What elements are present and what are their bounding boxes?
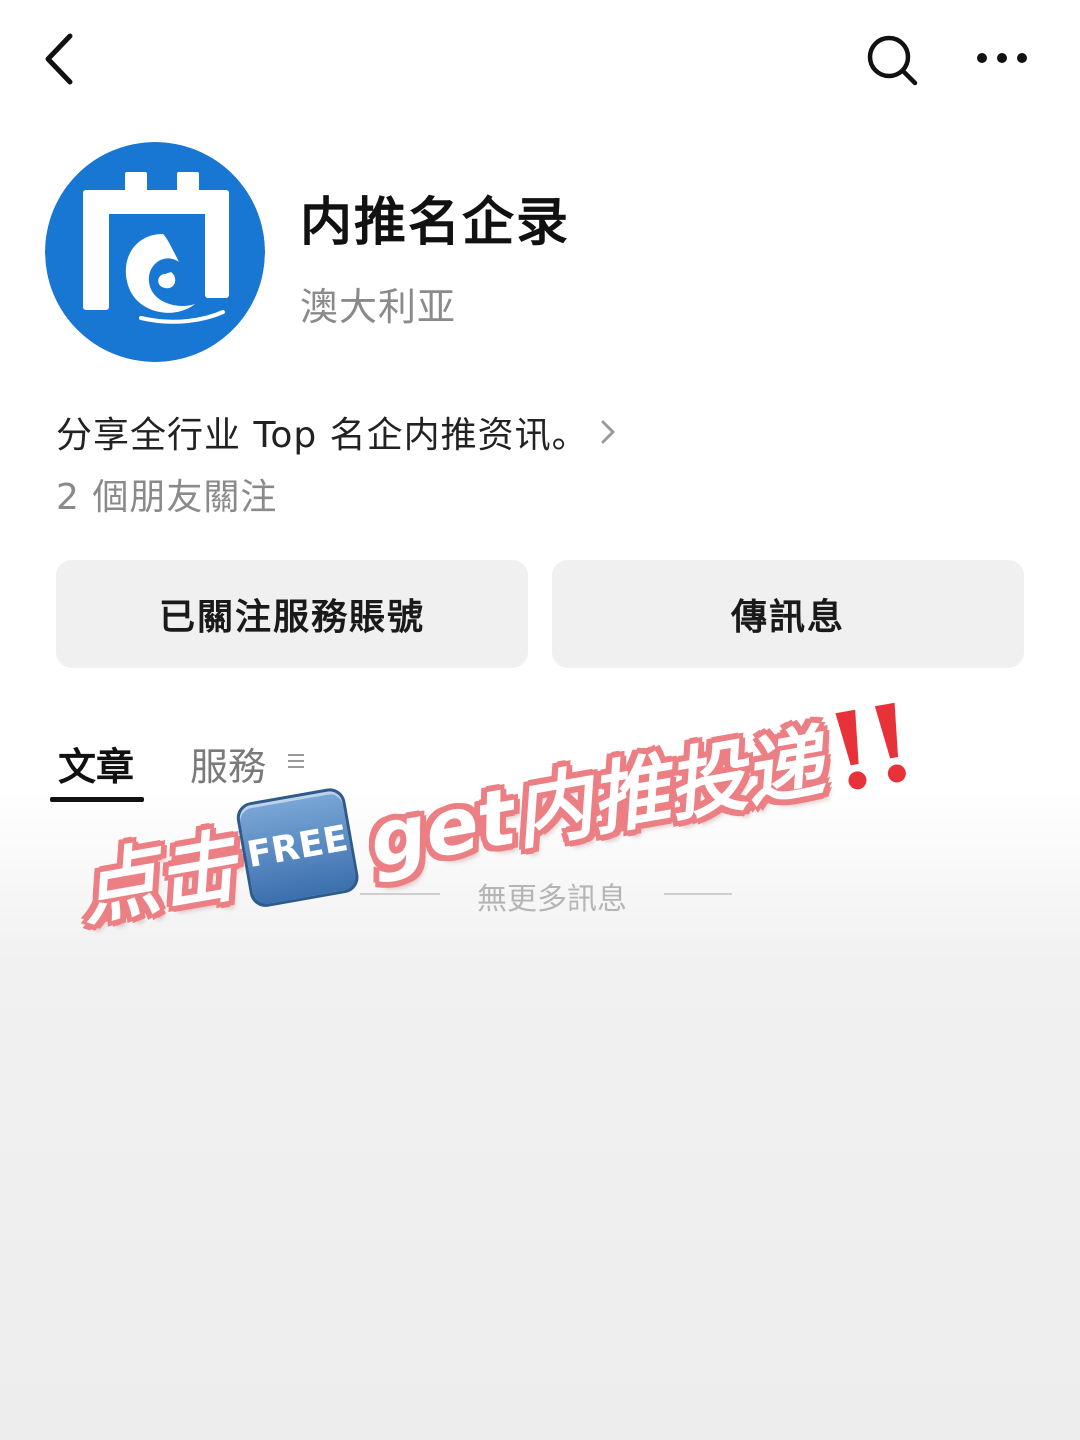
divider-line — [360, 893, 440, 895]
tab-services[interactable]: 服務 — [190, 736, 266, 791]
more-dots-icon[interactable] — [970, 40, 1034, 76]
empty-state: 無更多訊息 — [360, 866, 732, 922]
tab-articles[interactable]: 文章 — [58, 736, 134, 791]
account-name: 内推名企录 — [300, 193, 571, 253]
account-description: 分享全行业 Top 名企内推资讯。 — [56, 415, 589, 456]
followers-count[interactable]: 2 個朋友關注 — [56, 468, 277, 520]
back-icon[interactable] — [36, 28, 88, 90]
chevron-right-icon — [601, 420, 615, 444]
active-tab-indicator — [50, 797, 144, 802]
divider-line — [664, 893, 732, 895]
followed-account-button[interactable]: 已關注服務賬號 — [56, 560, 528, 668]
account-region: 澳大利亚 — [300, 285, 457, 329]
account-description-row[interactable]: 分享全行业 Top 名企内推资讯。 — [56, 406, 619, 458]
search-icon[interactable] — [862, 30, 922, 90]
empty-state-text: 無更多訊息 — [477, 882, 627, 917]
send-message-button[interactable]: 傳訊息 — [552, 560, 1024, 668]
account-avatar[interactable] — [45, 142, 265, 362]
menu-lines-icon[interactable] — [287, 752, 305, 770]
